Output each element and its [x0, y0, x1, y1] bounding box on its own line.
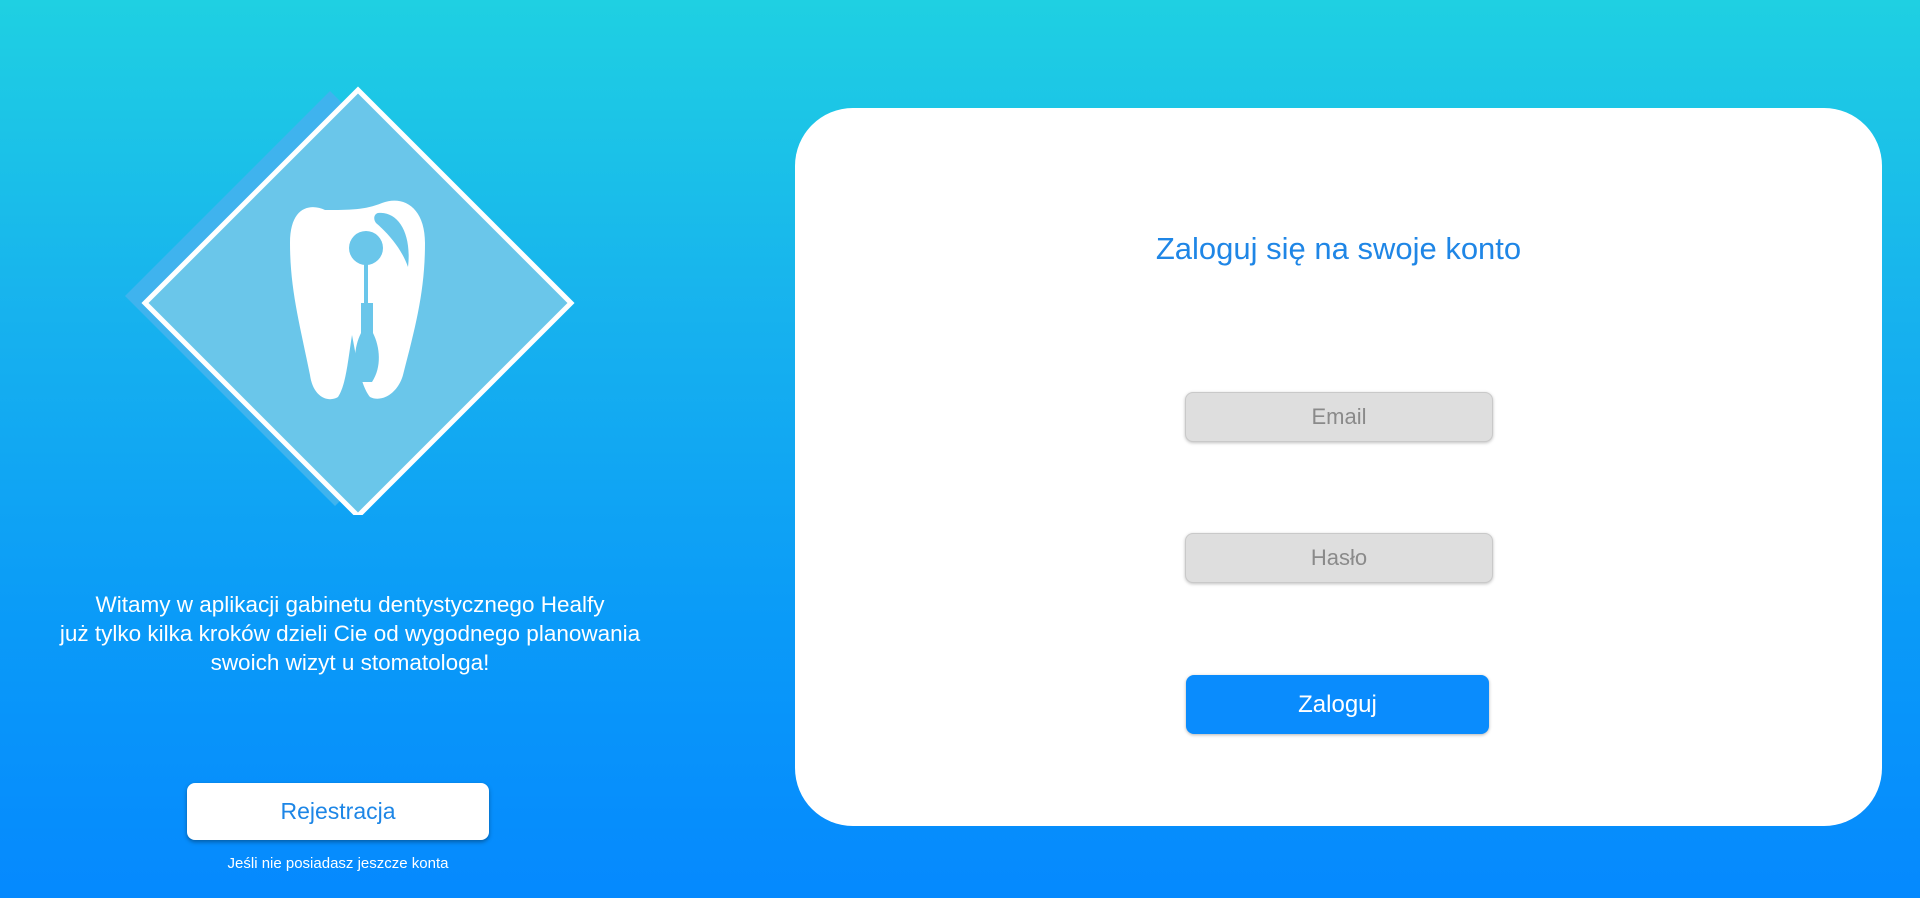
welcome-text: Witamy w aplikacji gabinetu dentystyczne…	[30, 590, 670, 677]
login-card: Zaloguj się na swoje konto Zaloguj	[795, 108, 1882, 826]
welcome-line: już tylko kilka kroków dzieli Cie od wyg…	[59, 621, 641, 646]
welcome-line: Witamy w aplikacji gabinetu dentystyczne…	[95, 592, 605, 617]
password-input[interactable]	[1185, 533, 1493, 583]
app-logo	[120, 85, 580, 515]
login-title: Zaloguj się na swoje konto	[1155, 231, 1522, 266]
register-button[interactable]: Rejestracja	[187, 783, 489, 840]
login-button[interactable]: Zaloguj	[1186, 675, 1489, 734]
welcome-line: swoich wizyt u stomatologa!	[210, 650, 490, 675]
email-input[interactable]	[1185, 392, 1493, 442]
tooth-icon	[125, 86, 575, 515]
register-note: Jeśli nie posiadasz jeszcze konta	[227, 855, 449, 872]
